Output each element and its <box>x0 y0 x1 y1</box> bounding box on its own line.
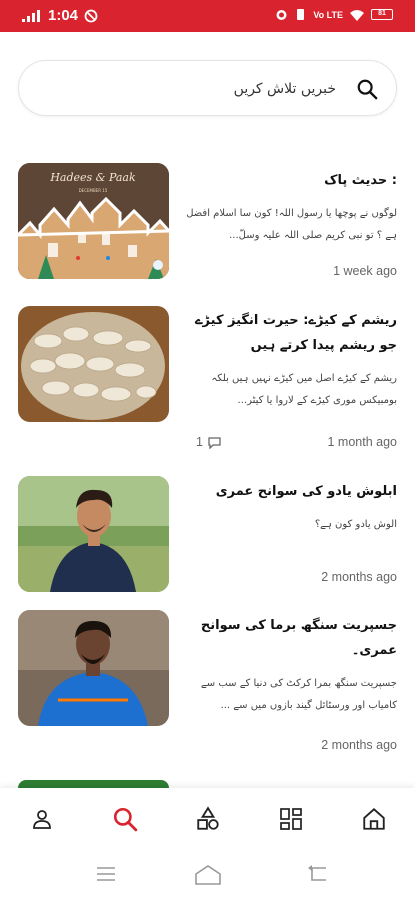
do-not-disturb-icon <box>84 9 98 22</box>
article-time: 2 months ago <box>321 570 397 584</box>
nav-dashboard[interactable] <box>267 795 315 843</box>
system-nav-bar <box>0 850 415 900</box>
article-thumbnail[interactable]: Hadees & Paak DECEMBER 15 <box>18 163 169 279</box>
article-thumbnail[interactable] <box>18 476 169 592</box>
clock: 1:04 <box>48 7 79 24</box>
article-time: 1 month ago <box>327 435 398 449</box>
bottom-nav <box>0 788 415 850</box>
article-excerpt: الوش یادو کون ہے؟ <box>314 519 397 530</box>
nav-categories[interactable] <box>184 795 232 843</box>
network-type: Vo LTE <box>313 9 343 20</box>
search-input[interactable] <box>39 75 336 103</box>
search-icon[interactable] <box>112 806 138 832</box>
thumbnail-subtitle: DECEMBER 15 <box>79 188 108 193</box>
shapes-icon[interactable] <box>195 806 221 832</box>
home-icon[interactable] <box>361 806 387 832</box>
comment-icon <box>208 436 221 449</box>
search-bar[interactable] <box>18 60 397 116</box>
person-icon[interactable] <box>30 807 54 831</box>
alarm-icon <box>276 10 287 20</box>
article-card[interactable]: Hadees & Paak DECEMBER 15 : حدیث پاک لوگ… <box>18 163 397 283</box>
search-icon[interactable] <box>356 78 378 100</box>
article-card[interactable]: جسپریت سنگھ برما کی سوانح عمری۔ جسپریت س… <box>18 610 397 760</box>
article-title[interactable]: جسپریت سنگھ برما کی سوانح عمری۔ <box>178 613 397 663</box>
grid-icon[interactable] <box>279 807 303 831</box>
wifi-icon <box>350 9 364 21</box>
nav-profile[interactable] <box>18 795 66 843</box>
article-time: 1 week ago <box>333 264 397 278</box>
thumbnail-title: Hadees & Paak <box>49 171 136 184</box>
battery-indicator: 81 <box>371 9 393 20</box>
comment-count-value: 1 <box>196 435 203 449</box>
article-time: 2 months ago <box>321 738 397 752</box>
article-excerpt: ریشم کے کیڑے اصل میں کیڑے نہیں ہیں بلکہ … <box>211 373 397 406</box>
article-card[interactable]: ابلوش یادو کی سوانح عمری الوش یادو کون ہ… <box>18 476 397 592</box>
status-bar: 1:04 Vo LTE 81 <box>0 0 415 32</box>
nav-home[interactable] <box>350 795 398 843</box>
article-thumbnail-partial[interactable] <box>18 780 169 788</box>
article-excerpt: جسپریت سنگھ بمرا کرکٹ کی دنیا کے سب سے ک… <box>200 678 397 711</box>
vibrate-icon <box>297 9 305 20</box>
menu-icon[interactable] <box>95 864 117 884</box>
back-icon[interactable] <box>306 864 328 884</box>
home-button-icon[interactable] <box>194 864 222 886</box>
article-card[interactable]: ریشم کے کیڑے: حیرت انگیز کیڑے جو ریشم پی… <box>18 306 397 456</box>
article-thumbnail[interactable] <box>18 610 169 726</box>
article-thumbnail[interactable] <box>18 306 169 422</box>
article-excerpt: لوگوں نے پوچھا یا رسول اللہ! کون سا اسلا… <box>186 208 397 241</box>
article-title[interactable]: ریشم کے کیڑے: حیرت انگیز کیڑے جو ریشم پی… <box>178 308 397 358</box>
signal-icon <box>22 9 40 22</box>
article-title[interactable]: : حدیث پاک <box>178 168 397 193</box>
comment-count[interactable]: 1 <box>196 435 222 449</box>
article-title[interactable]: ابلوش یادو کی سوانح عمری <box>178 479 397 504</box>
nav-search[interactable] <box>101 795 149 843</box>
